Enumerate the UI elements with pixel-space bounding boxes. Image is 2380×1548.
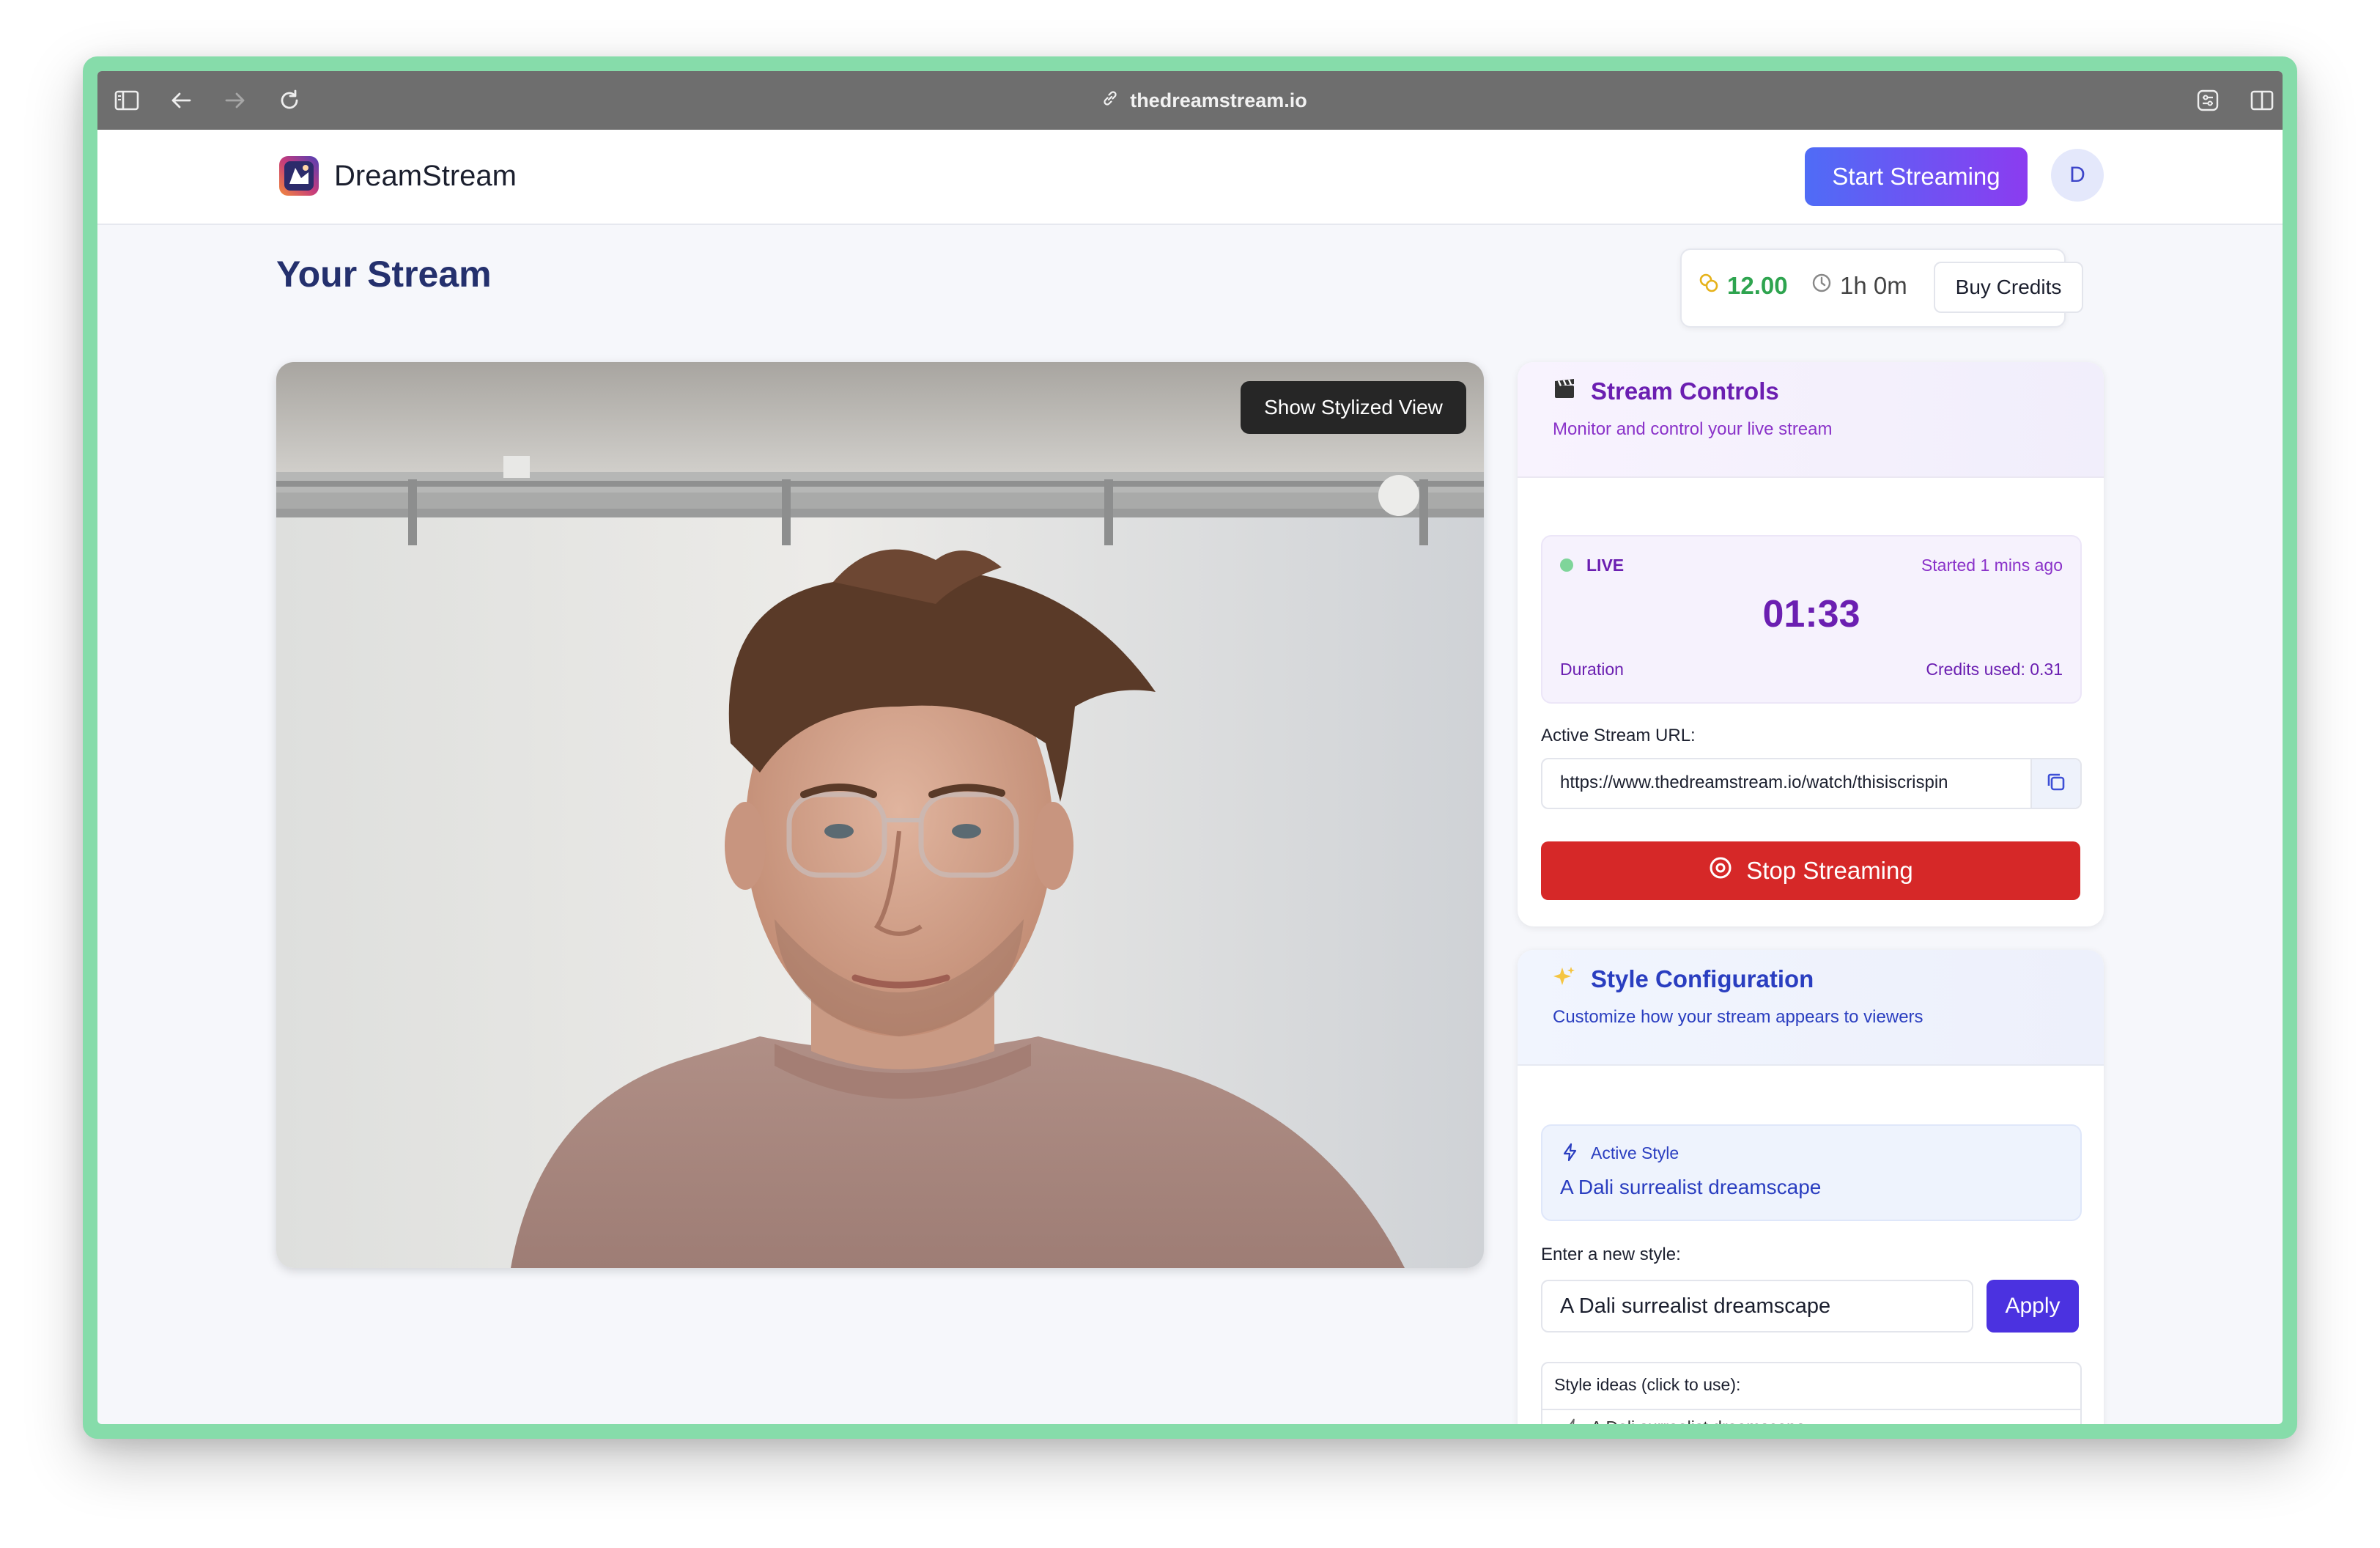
style-config-header: Style Configuration Customize how your s… (1518, 950, 2104, 1066)
user-avatar[interactable]: D (2051, 149, 2104, 202)
new-style-label: Enter a new style: (1541, 1245, 1681, 1264)
new-style-input[interactable] (1541, 1280, 1973, 1333)
style-ideas-box: Style ideas (click to use): A Dali surre… (1541, 1362, 2082, 1424)
stream-controls-subtitle: Monitor and control your live stream (1553, 419, 1833, 439)
stop-circle-icon (1708, 855, 1733, 886)
video-feed: Show Stylized View (276, 362, 1484, 1268)
live-indicator-dot (1560, 559, 1573, 572)
show-stylized-view-button[interactable]: Show Stylized View (1241, 381, 1466, 434)
extension-icon[interactable] (2195, 87, 2221, 114)
address-bar[interactable]: thedreamstream.io (1057, 86, 1350, 115)
coins-icon (1698, 272, 1720, 300)
started-ago: Started 1 mins ago (1921, 556, 2063, 575)
link-icon (1101, 89, 1120, 113)
copy-icon (2044, 770, 2068, 797)
clapperboard-icon (1553, 377, 1576, 406)
stream-controls-header: Stream Controls Monitor and control your… (1518, 362, 2104, 478)
live-status: LIVE (1586, 556, 1625, 575)
stop-streaming-button[interactable]: Stop Streaming (1541, 841, 2080, 900)
time-remaining: 1h 0m (1811, 272, 1907, 300)
sparkles-icon (1553, 965, 1576, 994)
page-title: Your Stream (276, 254, 492, 295)
webcam-image (276, 362, 1484, 1268)
back-arrow-icon[interactable] (168, 87, 194, 114)
stream-url-value[interactable]: https://www.thedreamstream.io/watch/this… (1560, 773, 1948, 793)
style-config-subtitle: Customize how your stream appears to vie… (1553, 1007, 1923, 1027)
reload-icon[interactable] (276, 87, 303, 114)
duration-label: Duration (1560, 660, 1624, 679)
stop-streaming-label: Stop Streaming (1746, 857, 1913, 884)
split-view-icon[interactable] (2249, 87, 2275, 114)
time-value: 1h 0m (1840, 272, 1907, 299)
style-config-card: Style Configuration Customize how your s… (1518, 950, 2104, 1424)
stream-url-label: Active Stream URL: (1541, 726, 1696, 745)
active-style-box: Active Style A Dali surrealist dreamscap… (1541, 1124, 2082, 1221)
dreamstream-logo-icon[interactable] (279, 156, 319, 196)
stream-controls-title: Stream Controls (1553, 377, 1779, 406)
stream-controls-card: Stream Controls Monitor and control your… (1518, 362, 2104, 926)
stream-timer: 01:33 (1762, 593, 1860, 635)
clock-icon (1811, 272, 1833, 300)
credits-used: Credits used: 0.31 (1926, 660, 2063, 679)
forward-arrow-icon[interactable] (222, 87, 248, 114)
credits-panel: 12.00 1h 0m Buy Credits (1680, 248, 2083, 328)
stream-url-field[interactable]: https://www.thedreamstream.io/watch/this… (1541, 758, 2082, 809)
active-style-label: Active Style (1591, 1143, 1679, 1162)
style-config-title: Style Configuration (1553, 965, 1814, 994)
copy-url-button[interactable] (2030, 759, 2080, 808)
browser-window: thedreamstream.io DreamStream Start Stre… (83, 56, 2297, 1439)
browser-viewport: thedreamstream.io DreamStream Start Stre… (97, 71, 2283, 1424)
app-header: DreamStream Start Streaming D (97, 130, 2283, 225)
apply-style-button[interactable]: Apply (1987, 1280, 2079, 1333)
style-ideas-label: Style ideas (click to use): (1554, 1375, 1741, 1394)
address-text: thedreamstream.io (1130, 89, 1307, 111)
sidebar-toggle-icon[interactable] (114, 87, 140, 114)
style-idea-text[interactable]: A Dali surrealist dreamscape (1591, 1418, 1806, 1424)
credit-balance: 12.00 (1698, 272, 1788, 300)
browser-toolbar: thedreamstream.io (97, 71, 2283, 130)
live-status-box: LIVE Started 1 mins ago 01:33 Duration C… (1541, 535, 2082, 704)
credit-amount: 12.00 (1727, 272, 1788, 299)
brand-name[interactable]: DreamStream (334, 156, 517, 196)
lightning-icon (1564, 1418, 1582, 1424)
active-style-value: A Dali surrealist dreamscape (1560, 1176, 1822, 1198)
buy-credits-button[interactable]: Buy Credits (1934, 262, 2083, 313)
lightning-icon (1560, 1142, 1581, 1166)
style-idea-item[interactable]: A Dali surrealist dreamscape (1542, 1409, 2080, 1424)
start-streaming-button[interactable]: Start Streaming (1805, 147, 2028, 206)
